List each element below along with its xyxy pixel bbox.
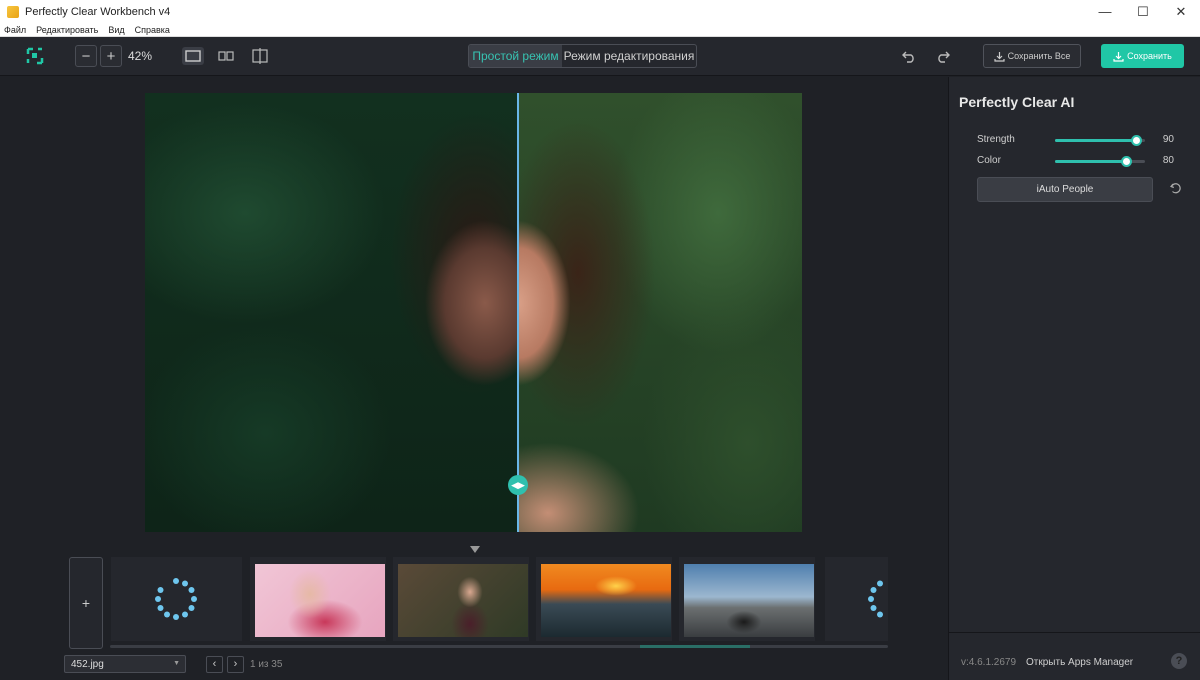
slider-fill xyxy=(1055,139,1137,142)
window-title: Perfectly Clear Workbench v4 xyxy=(25,5,171,18)
minimize-button[interactable]: — xyxy=(1086,0,1124,23)
color-slider-row: Color 80 xyxy=(977,154,1192,168)
download-icon xyxy=(994,51,1005,62)
color-slider[interactable] xyxy=(1055,156,1145,167)
single-view-button[interactable] xyxy=(182,47,204,65)
add-image-button[interactable]: + xyxy=(69,557,103,649)
list-item[interactable] xyxy=(536,557,672,641)
filmstrip: + xyxy=(69,557,888,649)
panel-title: Perfectly Clear AI xyxy=(959,94,1075,110)
thumbnail-loading xyxy=(111,557,242,641)
app-icon xyxy=(7,5,19,18)
color-label: Color xyxy=(977,155,1001,166)
undo-icon xyxy=(902,51,914,63)
strength-slider[interactable] xyxy=(1055,135,1145,146)
version-label: v:4.6.1.2679 xyxy=(961,657,1017,668)
list-item[interactable] xyxy=(250,557,386,641)
scrollbar-thumb[interactable] xyxy=(640,645,750,648)
split-view-button[interactable] xyxy=(249,47,271,65)
file-name: 452.jpg xyxy=(71,658,104,670)
strength-label: Strength xyxy=(977,134,1015,145)
thumbnail-loading xyxy=(825,557,888,641)
undo-button[interactable] xyxy=(900,47,918,65)
list-item[interactable] xyxy=(679,557,815,641)
file-navigation: 452.jpg ▼ ‹ › 1 из 35 xyxy=(64,655,282,673)
adjustments-panel: Perfectly Clear AI Strength 90 Color 80 … xyxy=(948,77,1200,680)
tab-edit-mode[interactable]: Режим редактирования xyxy=(562,45,696,67)
single-view-icon xyxy=(185,50,201,62)
split-divider[interactable] xyxy=(517,93,519,532)
iauto-people-button[interactable]: iAuto People xyxy=(977,177,1153,202)
split-handle-icon[interactable]: ◀▶ xyxy=(508,475,528,495)
menu-bar: Файл Редактировать Вид Справка xyxy=(0,23,1200,37)
split-view-icon xyxy=(252,48,268,64)
zoom-out-button[interactable]: − xyxy=(75,45,97,67)
tab-simple-mode[interactable]: Простой режим xyxy=(469,45,562,67)
help-icon[interactable]: ? xyxy=(1171,653,1187,669)
next-image-button[interactable]: › xyxy=(227,655,244,673)
side-by-side-icon xyxy=(218,51,234,61)
mode-switch: Простой режим Режим редактирования xyxy=(468,44,697,68)
loading-spinner-icon xyxy=(155,578,197,620)
canvas-area: ◀▶ + 452.jpg ▼ ‹ › 1 из 35 xyxy=(0,77,948,680)
color-value: 80 xyxy=(1162,155,1174,166)
toolbar: − + 42% Простой режим Режим редактирован… xyxy=(0,37,1200,76)
menu-view[interactable]: Вид xyxy=(108,25,124,35)
save-all-button[interactable]: Сохранить Все xyxy=(983,44,1081,68)
filmstrip-scrollbar[interactable] xyxy=(110,645,888,648)
thumbnail-image xyxy=(684,564,814,637)
save-button[interactable]: Сохранить xyxy=(1101,44,1184,68)
redo-icon xyxy=(938,51,950,63)
original-image-half xyxy=(145,93,518,532)
save-label: Сохранить xyxy=(1127,51,1172,61)
loading-spinner-icon xyxy=(868,580,883,618)
redo-button[interactable] xyxy=(934,47,952,65)
preview-image[interactable]: ◀▶ xyxy=(145,93,802,532)
chevron-down-icon: ▼ xyxy=(173,660,180,667)
slider-fill xyxy=(1055,160,1127,163)
zoom-level: 42% xyxy=(128,49,153,63)
side-by-side-view-button[interactable] xyxy=(215,47,237,65)
window-controls: — ☐ ✕ xyxy=(1086,0,1200,23)
panel-footer: v:4.6.1.2679 Открыть Apps Manager ? xyxy=(949,632,1200,680)
strength-slider-row: Strength 90 xyxy=(977,133,1192,147)
title-bar: Perfectly Clear Workbench v4 — ☐ ✕ xyxy=(0,0,1200,23)
open-apps-manager-link[interactable]: Открыть Apps Manager xyxy=(1026,657,1133,668)
reset-icon[interactable] xyxy=(1170,182,1182,197)
collapse-filmstrip-icon[interactable] xyxy=(470,546,480,553)
download-icon xyxy=(1113,51,1124,62)
thumbnail-image xyxy=(541,564,671,637)
strength-value: 90 xyxy=(1162,134,1174,145)
menu-edit[interactable]: Редактировать xyxy=(36,25,98,35)
app-logo-icon xyxy=(26,47,44,65)
previous-image-button[interactable]: ‹ xyxy=(206,655,223,673)
menu-file[interactable]: Файл xyxy=(4,25,26,35)
thumbnail-image xyxy=(398,564,528,637)
page-count: 1 из 35 xyxy=(250,658,283,670)
maximize-button[interactable]: ☐ xyxy=(1124,0,1162,23)
file-select[interactable]: 452.jpg ▼ xyxy=(64,655,186,673)
slider-knob[interactable] xyxy=(1131,135,1142,146)
slider-knob[interactable] xyxy=(1121,156,1132,167)
thumbnail-image xyxy=(255,564,385,637)
corrected-image-half xyxy=(518,93,802,532)
menu-help[interactable]: Справка xyxy=(135,25,170,35)
close-button[interactable]: ✕ xyxy=(1162,0,1200,23)
list-item[interactable] xyxy=(393,557,529,641)
save-all-label: Сохранить Все xyxy=(1007,51,1071,61)
zoom-in-button[interactable]: + xyxy=(100,45,122,67)
